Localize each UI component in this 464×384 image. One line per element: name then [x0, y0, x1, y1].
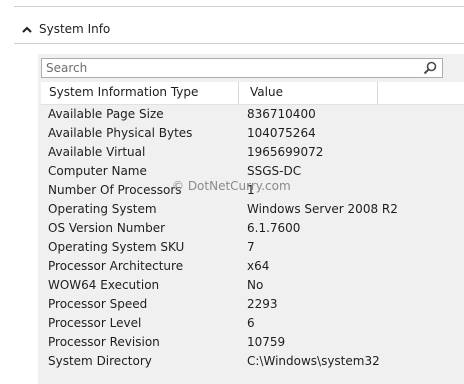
table-row[interactable]: Available Virtual 1965699072 [41, 143, 464, 162]
info-value-cell: C:\Windows\system32 [247, 354, 380, 368]
grid-rows: Available Page Size 836710400 Available Ph… [41, 105, 464, 371]
info-type-cell: Processor Revision [48, 335, 160, 349]
table-row[interactable]: System Directory C:\Windows\system32 [41, 352, 464, 371]
watermark: © DotNetCurry.com [172, 179, 291, 193]
info-type-cell: Available Virtual [48, 145, 146, 159]
info-value-cell: No [247, 278, 264, 292]
table-row[interactable]: Operating System SKU 7 [41, 238, 464, 257]
search-icon[interactable] [423, 61, 437, 75]
info-type-cell: Processor Speed [48, 297, 148, 311]
table-row[interactable]: Processor Architecture x64 [41, 257, 464, 276]
info-value-cell: 836710400 [247, 107, 316, 121]
info-value-cell: 1965699072 [247, 145, 324, 159]
info-value-cell: 6 [247, 316, 255, 330]
info-value-cell: 2293 [247, 297, 278, 311]
info-type-cell: Processor Level [48, 316, 142, 330]
table-row[interactable]: OS Version Number 6.1.7600 [41, 219, 464, 238]
table-row[interactable]: Operating System Windows Server 2008 R2 [41, 200, 464, 219]
system-info-grid: System Information Type Value Available … [41, 82, 464, 371]
search-placeholder: Search [46, 61, 88, 75]
system-info-panel: Search System Information Type Value Ava… [38, 54, 464, 384]
info-value-cell: 7 [247, 240, 255, 254]
column-separator[interactable] [238, 82, 239, 104]
info-value-cell: 10759 [247, 335, 286, 349]
chevron-up-icon[interactable] [21, 24, 33, 36]
info-type-cell: Available Physical Bytes [48, 126, 193, 140]
info-type-cell: Processor Architecture [48, 259, 184, 273]
system-info-section-header[interactable]: System Info [14, 16, 464, 44]
column-header-type[interactable]: System Information Type [49, 85, 198, 99]
info-value-cell: Windows Server 2008 R2 [247, 202, 398, 216]
table-row[interactable]: Available Page Size 836710400 [41, 105, 464, 124]
section-divider [14, 43, 464, 44]
table-row[interactable]: Processor Speed 2293 [41, 295, 464, 314]
info-value-cell: 104075264 [247, 126, 316, 140]
info-type-cell: WOW64 Execution [48, 278, 160, 292]
info-type-cell: Computer Name [48, 164, 147, 178]
info-type-cell: Number Of Processors [48, 183, 182, 197]
table-row[interactable]: Available Physical Bytes 104075264 [41, 124, 464, 143]
info-type-cell: Available Page Size [48, 107, 164, 121]
info-type-cell: OS Version Number [48, 221, 166, 235]
table-row[interactable]: Processor Revision 10759 [41, 333, 464, 352]
info-type-cell: Operating System [48, 202, 157, 216]
section-title: System Info [39, 22, 111, 36]
info-type-cell: Operating System SKU [48, 240, 185, 254]
info-type-cell: System Directory [48, 354, 152, 368]
grid-header: System Information Type Value [41, 82, 464, 105]
table-row[interactable]: WOW64 Execution No [41, 276, 464, 295]
table-row[interactable]: Processor Level 6 [41, 314, 464, 333]
search-input[interactable]: Search [41, 58, 443, 78]
column-separator[interactable] [377, 82, 378, 104]
column-header-value[interactable]: Value [250, 85, 283, 99]
top-divider [14, 6, 464, 7]
info-value-cell: 6.1.7600 [247, 221, 301, 235]
info-value-cell: x64 [247, 259, 270, 273]
info-value-cell: SSGS-DC [247, 164, 302, 178]
